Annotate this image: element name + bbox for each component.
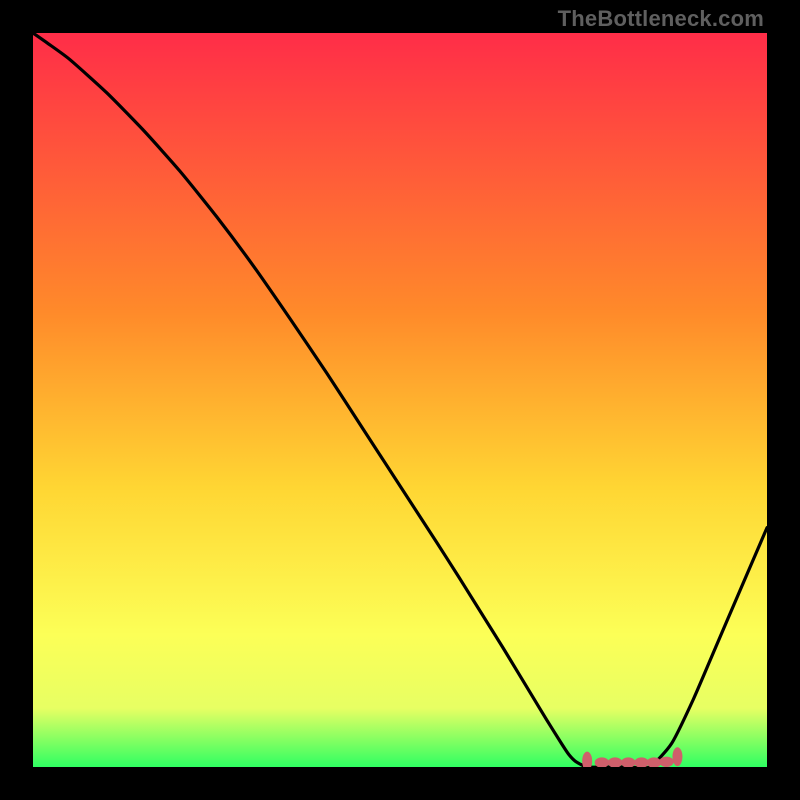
flat-zone-marker: [672, 747, 682, 766]
flat-zone-marker: [621, 757, 635, 767]
chart-frame: TheBottleneck.com: [0, 0, 800, 800]
plot-area: [33, 33, 767, 767]
flat-zone-marker: [659, 757, 673, 767]
flat-zone-marker: [582, 752, 592, 767]
watermark-text: TheBottleneck.com: [558, 6, 764, 32]
flat-zone-marker: [595, 757, 609, 767]
flat-zone-marker: [634, 757, 648, 767]
flat-zone-marker: [608, 757, 622, 767]
bottleneck-curve: [33, 33, 767, 767]
